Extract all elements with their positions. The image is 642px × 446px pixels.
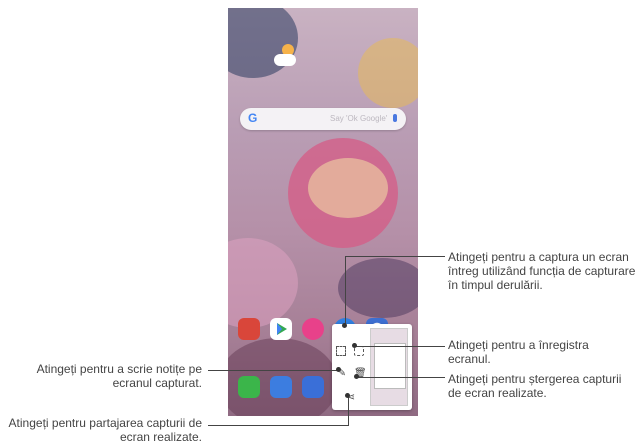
google-search-bar[interactable]: G Say 'Ok Google' (240, 108, 406, 130)
capture-thumbnail-preview (374, 343, 406, 389)
scroll-capture-icon[interactable] (336, 346, 346, 356)
messages-app-icon[interactable] (270, 376, 292, 398)
wallpaper-shape (228, 8, 298, 78)
callout-line-record (355, 346, 445, 347)
callout-dot-delete (354, 374, 359, 379)
label-capture-scroll: Atingeți pentru a captura un ecran între… (448, 250, 636, 292)
callout-line-notes (208, 370, 338, 371)
callout-line-scroll (345, 256, 445, 257)
phone-app-icon[interactable] (238, 376, 260, 398)
callout-dot-scroll (342, 323, 347, 328)
google-g-icon: G (248, 111, 258, 125)
label-record-screen: Atingeți pentru a înregistra ecranul. (448, 338, 589, 366)
callout-dot-record (352, 343, 357, 348)
wallpaper-shape (228, 238, 298, 328)
play-store-icon[interactable] (270, 318, 292, 340)
capture-tools-panel: ✎ 🗑 ⋖ (332, 324, 412, 410)
wallpaper-shape (358, 38, 418, 108)
search-placeholder: Say 'Ok Google' (330, 114, 388, 123)
callout-line-share (208, 425, 348, 426)
label-write-notes: Atingeți pentru a scrie notițe pe ecranu… (36, 362, 202, 390)
callout-line-share-vert (348, 396, 349, 426)
label-delete-capture: Atingeți pentru ștergerea capturii de ec… (448, 372, 622, 400)
capture-thumbnail[interactable] (370, 328, 408, 406)
callout-dot-notes (336, 367, 341, 372)
camera-app-icon[interactable] (302, 376, 324, 398)
weather-cloud-icon (274, 54, 296, 66)
phone-screenshot: G Say 'Ok Google' ✎ 🗑 ⋖ (228, 8, 418, 416)
label-share-capture: Atingeți pentru partajarea capturii de e… (8, 416, 202, 444)
callout-line-delete (357, 377, 445, 378)
callout-dot-share (345, 393, 350, 398)
wallpaper-shape (338, 258, 418, 318)
callout-line-scroll-vert (345, 256, 346, 326)
mic-icon[interactable] (393, 114, 397, 122)
notes-icon[interactable] (302, 318, 324, 340)
apps-folder-icon[interactable] (238, 318, 260, 340)
wallpaper-shape (308, 158, 388, 218)
